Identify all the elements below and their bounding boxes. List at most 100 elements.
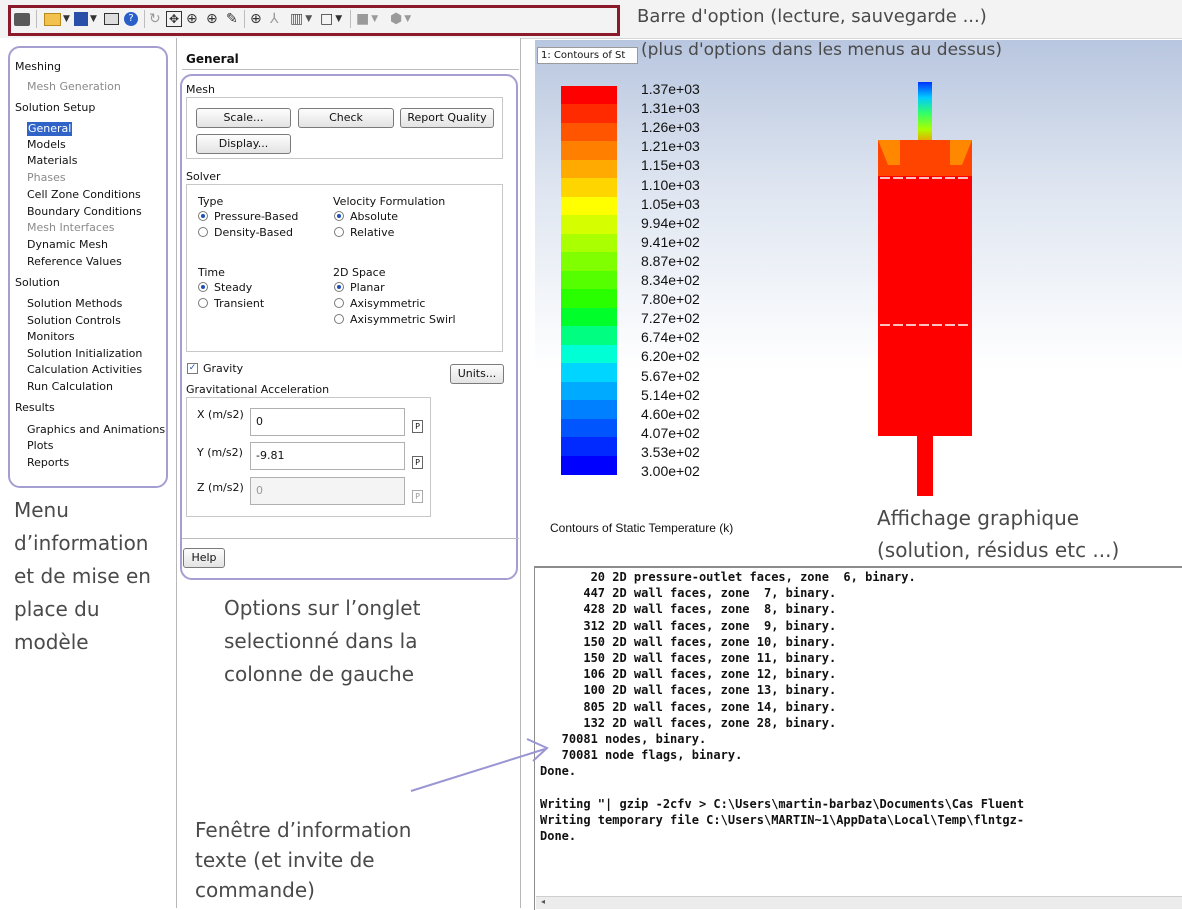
planar-label: Planar bbox=[350, 281, 385, 294]
sidebar-item-reference-values[interactable]: Reference Values bbox=[27, 255, 122, 269]
sidebar-item-plots[interactable]: Plots bbox=[27, 439, 53, 453]
sidebar-item-run-calculation[interactable]: Run Calculation bbox=[27, 380, 113, 394]
density-based-radio[interactable] bbox=[198, 227, 208, 237]
sidebar-item-monitors[interactable]: Monitors bbox=[27, 330, 75, 344]
sidebar-item-meshing[interactable]: Meshing bbox=[15, 60, 61, 74]
console-horizontal-scrollbar[interactable] bbox=[536, 896, 1182, 909]
legend-swatch bbox=[561, 326, 617, 346]
contour-caption: Contours of Static Temperature (k) bbox=[550, 521, 734, 535]
z-gravity-input[interactable]: 0 bbox=[250, 477, 405, 505]
sidebar-item-phases[interactable]: Phases bbox=[27, 171, 66, 185]
legend-value: 4.07e+02 bbox=[641, 424, 700, 441]
console-line: 20 2D pressure-outlet faces, zone 6, bin… bbox=[540, 570, 916, 584]
probe-icon[interactable]: ✎ bbox=[226, 10, 238, 28]
screenshot-icon[interactable] bbox=[104, 10, 119, 28]
pressure-based-label: Pressure-Based bbox=[214, 210, 299, 223]
console-line: 312 2D wall faces, zone 9, binary. bbox=[540, 618, 837, 633]
gravity-checkbox[interactable]: ✓ bbox=[187, 363, 198, 374]
mesh-icon[interactable]: ⅄ bbox=[270, 10, 279, 28]
help-icon[interactable]: ? bbox=[124, 10, 138, 28]
sidebar-item-calculation-activities[interactable]: Calculation Activities bbox=[27, 363, 142, 377]
z-parameter-button[interactable]: P bbox=[412, 490, 423, 503]
planar-radio[interactable] bbox=[334, 282, 344, 292]
layout-icon[interactable]: ▥ ▼ bbox=[290, 10, 312, 28]
legend-swatch bbox=[561, 141, 617, 161]
sidebar-item-solution-controls[interactable]: Solution Controls bbox=[27, 314, 121, 328]
absolute-radio[interactable] bbox=[334, 211, 344, 221]
sidebar-item-general[interactable]: General bbox=[27, 122, 73, 136]
legend-swatch bbox=[561, 233, 617, 253]
console-line: 805 2D wall faces, zone 14, binary. bbox=[540, 699, 837, 714]
transient-radio[interactable] bbox=[198, 298, 208, 308]
pan-icon[interactable]: ✥ bbox=[166, 10, 182, 28]
legend-swatch bbox=[561, 400, 617, 420]
legend-swatch bbox=[561, 381, 617, 401]
console-line: 428 2D wall faces, zone 8, binary. bbox=[540, 602, 837, 617]
legend-value: 6.74e+02 bbox=[641, 329, 700, 346]
sidebar-item-solution-methods[interactable]: Solution Methods bbox=[27, 297, 122, 311]
zoom-fit-icon[interactable]: ⊕ bbox=[186, 10, 198, 28]
y-gravity-input[interactable]: -9.81 bbox=[250, 442, 405, 470]
sidebar-item-solution-setup[interactable]: Solution Setup bbox=[15, 101, 95, 115]
axisymmetric-swirl-label: Axisymmetric Swirl bbox=[350, 313, 456, 326]
sidebar-item-materials[interactable]: Materials bbox=[27, 154, 77, 168]
console-annotation: Fenêtre d’information texte (et invite d… bbox=[195, 818, 412, 902]
legend-value: 1.26e+03 bbox=[641, 119, 700, 136]
outlet-pipe bbox=[918, 82, 932, 145]
sidebar-item-models[interactable]: Models bbox=[27, 138, 66, 152]
sidebar-item-solution-initialization[interactable]: Solution Initialization bbox=[27, 347, 142, 361]
x-parameter-button[interactable]: P bbox=[412, 420, 423, 433]
legend-swatch bbox=[561, 159, 617, 179]
report-quality-button[interactable]: Report Quality bbox=[400, 108, 494, 128]
display-icon[interactable]: ■ ▼ bbox=[356, 10, 378, 28]
steady-radio[interactable] bbox=[198, 282, 208, 292]
sidebar-item-mesh-generation[interactable]: Mesh Generation bbox=[27, 80, 121, 94]
legend-value: 1.05e+03 bbox=[641, 195, 700, 212]
folder-icon[interactable]: ▼ bbox=[44, 10, 70, 28]
sidebar-item-mesh-interfaces[interactable]: Mesh Interfaces bbox=[27, 221, 114, 235]
view-icon[interactable]: ⬢ ▼ bbox=[390, 10, 411, 28]
legend-swatch bbox=[561, 215, 617, 235]
sidebar-item-dynamic-mesh[interactable]: Dynamic Mesh bbox=[27, 238, 108, 252]
y-parameter-button[interactable]: P bbox=[412, 456, 423, 469]
axisymmetric-swirl-radio[interactable] bbox=[334, 314, 344, 324]
inlet-pipe bbox=[917, 436, 933, 496]
help-button[interactable]: Help bbox=[183, 548, 225, 568]
console-line: 150 2D wall faces, zone 10, binary. bbox=[540, 634, 837, 649]
main-chamber bbox=[878, 176, 972, 436]
scale-button[interactable]: Scale... bbox=[196, 108, 291, 128]
y-label: Y (m/s2) bbox=[197, 446, 243, 459]
legend-swatch bbox=[561, 270, 617, 290]
check-button[interactable]: Check bbox=[298, 108, 394, 128]
sidebar-item-graphics-and-animations[interactable]: Graphics and Animations bbox=[27, 423, 165, 437]
save-icon[interactable]: ▼ bbox=[74, 10, 97, 28]
sidebar-item-results[interactable]: Results bbox=[15, 401, 55, 415]
units-button[interactable]: Units... bbox=[450, 364, 504, 384]
console-line: Done. bbox=[540, 829, 577, 844]
legend-swatch bbox=[561, 289, 617, 309]
open-icon[interactable] bbox=[14, 10, 30, 28]
sidebar-item-cell-zone-conditions[interactable]: Cell Zone Conditions bbox=[27, 188, 141, 202]
sidebar-item-solution[interactable]: Solution bbox=[15, 276, 60, 290]
nav-annotation: Menu d’information et de mise en place d… bbox=[14, 498, 151, 654]
console-line: 100 2D wall faces, zone 13, binary. bbox=[540, 683, 837, 698]
sidebar-item-boundary-conditions[interactable]: Boundary Conditions bbox=[27, 205, 142, 219]
mesh-group-label: Mesh bbox=[186, 83, 215, 96]
display-button[interactable]: Display... bbox=[196, 134, 291, 154]
x-gravity-input[interactable]: 0 bbox=[250, 408, 405, 436]
rotate-icon[interactable]: ↻ bbox=[149, 10, 161, 28]
console-line: 70081 nodes, binary. bbox=[540, 732, 707, 746]
relative-radio[interactable] bbox=[334, 227, 344, 237]
graphics-window[interactable] bbox=[535, 40, 1182, 565]
graphics-tab[interactable]: 1: Contours of St bbox=[537, 47, 638, 64]
window-icon[interactable]: □ ▼ bbox=[320, 10, 342, 28]
scroll-left-icon[interactable]: ◂ bbox=[541, 897, 545, 906]
legend-swatch bbox=[561, 363, 617, 383]
z-label: Z (m/s2) bbox=[197, 481, 244, 494]
axisymmetric-radio[interactable] bbox=[334, 298, 344, 308]
zoom-icon[interactable]: ⊕ bbox=[206, 10, 218, 28]
zoom-area-icon[interactable]: ⊕ bbox=[250, 10, 262, 28]
sidebar-item-reports[interactable]: Reports bbox=[27, 456, 69, 470]
pressure-based-radio[interactable] bbox=[198, 211, 208, 221]
legend-value: 1.15e+03 bbox=[641, 157, 700, 174]
